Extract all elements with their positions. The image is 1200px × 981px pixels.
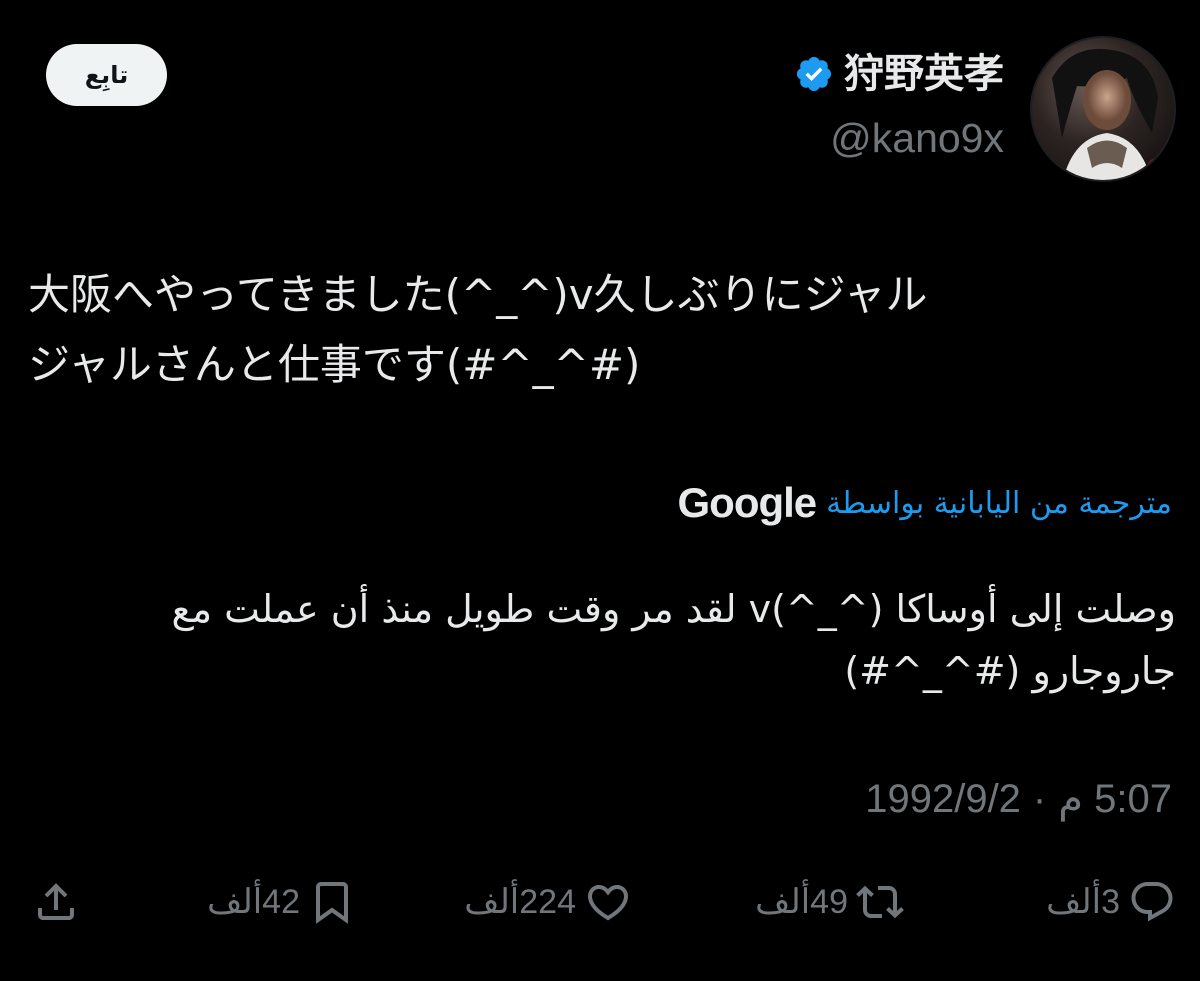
user-handle[interactable]: @kano9x	[794, 118, 1004, 159]
share-button[interactable]	[32, 870, 80, 934]
google-brand: Google	[677, 479, 818, 526]
translated-by-label[interactable]: مترجمة من اليابانية بواسطة	[826, 486, 1172, 521]
tweet-date[interactable]: 1992/9/2	[865, 777, 1021, 822]
like-button[interactable]: 224ألف	[464, 870, 632, 934]
bookmark-button[interactable]: 42ألف	[207, 870, 356, 934]
repost-icon	[856, 885, 904, 919]
action-bar: 3ألف 49ألف 224ألف 42ألف	[0, 870, 1200, 934]
reply-button[interactable]: 3ألف	[1046, 870, 1176, 934]
translated-text: وصلت إلى أوساكا (^_^)v لقد مر وقت طويل م…	[171, 587, 1177, 693]
heart-icon	[587, 885, 629, 921]
author-name-row: 狩野英孝	[794, 44, 1004, 104]
timestamp-separator: ·	[1032, 776, 1047, 821]
avatar-image	[1052, 48, 1167, 180]
tweet-time[interactable]: 5:07 م	[1058, 776, 1172, 822]
reply-count: 3ألف	[1046, 883, 1120, 921]
display-name[interactable]: 狩野英孝	[844, 54, 1004, 94]
repost-button[interactable]: 49ألف	[755, 870, 904, 934]
verified-badge-icon[interactable]	[794, 54, 834, 94]
bookmark-icon	[316, 882, 348, 924]
bookmark-count: 42ألف	[207, 883, 300, 921]
reply-icon	[1131, 882, 1173, 922]
tweet-text: 大阪へやってきました(^_^)v久しぶりにジャル ジャルさんと仕事です(#^_^…	[28, 270, 928, 389]
tweet-timestamp[interactable]: 5:07 م · 1992/9/2	[865, 776, 1172, 822]
like-count: 224ألف	[464, 883, 576, 921]
repost-count: 49ألف	[755, 883, 848, 921]
author-info: 狩野英孝 @kano9x	[794, 44, 1004, 159]
translation-attribution[interactable]: مترجمة من اليابانية بواسطة Google	[678, 476, 1173, 530]
share-icon	[38, 883, 74, 920]
follow-button[interactable]: تابِع	[46, 44, 167, 106]
avatar[interactable]	[1030, 36, 1176, 182]
